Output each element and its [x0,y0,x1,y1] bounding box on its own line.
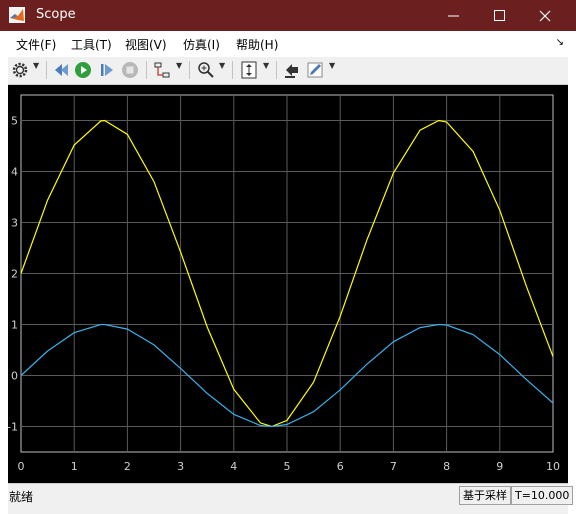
y-tick-label: -1 [8,421,18,434]
stop-button[interactable] [121,60,139,80]
y-tick-label: 2 [11,268,18,281]
autoscale-dropdown-icon[interactable]: ▼ [263,61,269,70]
toolbar-separator [232,61,233,79]
y-tick-label: 0 [11,370,18,383]
step-forward-button[interactable] [98,60,116,80]
zoom-button[interactable] [197,60,215,80]
step-back-icon [55,64,68,76]
x-tick-label: 6 [337,460,344,473]
toolbar: ▼ ▼ ▼ ▼ ▼ [8,57,568,85]
minimize-button[interactable] [430,0,476,31]
sim-time-field: T=10.000 [511,486,574,505]
x-tick-label: 1 [71,460,78,473]
toolbar-separator [189,61,190,79]
background-left [0,31,8,514]
style-dropdown-icon[interactable]: ▼ [329,61,335,70]
zoom-dropdown-icon[interactable]: ▼ [219,61,225,70]
undock-arrow-icon[interactable]: ↘ [556,37,564,48]
x-tick-label: 8 [443,460,450,473]
menu-file[interactable]: 文件(F) [16,36,56,53]
menu-simulation[interactable]: 仿真(I) [183,36,220,53]
status-text: 就绪 [9,490,34,504]
plot-svg: 0 1 2 3 4 5 6 7 8 9 10 -1 0 1 2 3 4 5 [7,94,560,473]
run-button[interactable] [74,60,92,80]
settings-dropdown-icon[interactable]: ▼ [33,61,39,70]
pen-icon [307,62,323,78]
x-tick-label: 3 [177,460,184,473]
x-tick-label: 0 [18,460,25,473]
scope-display[interactable]: 0 1 2 3 4 5 6 7 8 9 10 -1 0 1 2 3 4 5 [7,85,568,483]
toolbar-separator [276,61,277,79]
highlight-icon [285,64,298,78]
y-tick-label: 4 [11,166,18,179]
title-bar[interactable]: Scope [0,0,576,31]
toolbar-separator [46,61,47,79]
signal-selector-icon [154,62,170,78]
menu-tools[interactable]: 工具(T) [71,36,112,53]
status-bar: 就绪 基于采样 T=10.000 [8,483,574,507]
autoscale-icon [241,61,257,79]
close-button[interactable] [522,0,568,31]
step-forward-icon [101,64,113,76]
toolbar-separator [146,61,147,79]
y-tick-label: 3 [11,217,18,230]
maximize-button[interactable] [476,0,522,31]
y-tick-label: 1 [11,319,18,332]
style-button[interactable] [306,60,324,80]
x-tick-label: 9 [496,460,503,473]
x-tick-label: 7 [390,460,397,473]
menu-view[interactable]: 视图(V) [125,36,167,53]
y-tick-label: 5 [11,115,18,128]
autoscale-button[interactable] [240,60,258,80]
background-right [568,31,576,514]
matlab-logo-icon [9,7,25,23]
window-title: Scope [36,7,76,22]
signal-selector-dropdown-icon[interactable]: ▼ [176,61,182,70]
menu-help[interactable]: 帮助(H) [236,36,278,53]
stop-icon [122,62,138,78]
x-tick-label: 4 [230,460,237,473]
highlight-button[interactable] [283,60,301,80]
step-back-button[interactable] [52,60,70,80]
sample-mode-field: 基于采样 [459,486,511,505]
x-tick-label: 2 [124,460,131,473]
run-icon [75,62,91,78]
gear-icon [12,62,28,78]
signal-selector-button[interactable] [153,60,171,80]
x-tick-label: 5 [284,460,291,473]
zoom-icon [198,62,214,78]
menu-bar: 文件(F) 工具(T) 视图(V) 仿真(I) 帮助(H) ↘ [8,31,568,58]
x-tick-label: 10 [546,460,560,473]
settings-button[interactable] [11,60,29,80]
